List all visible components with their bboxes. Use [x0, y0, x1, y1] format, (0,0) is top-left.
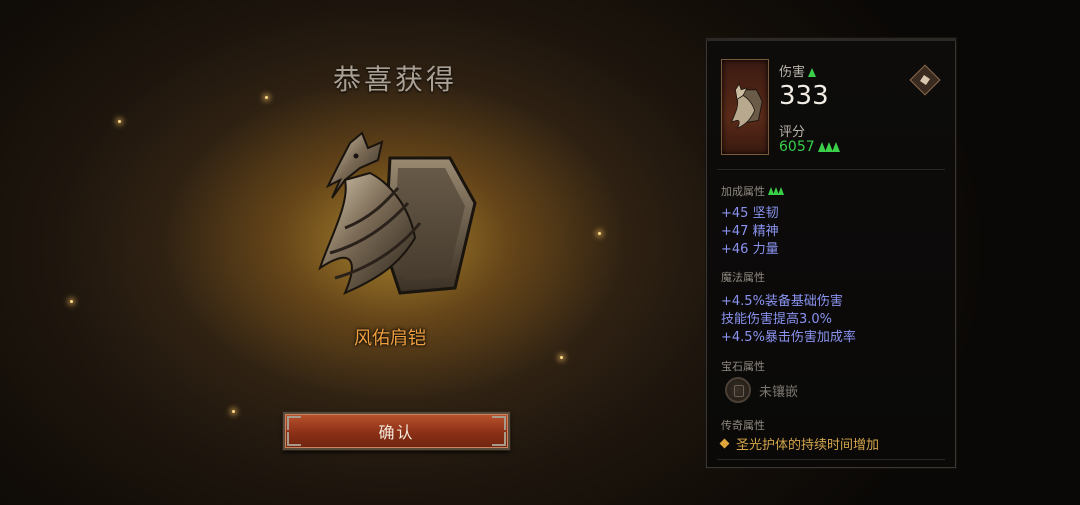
confirm-button[interactable]: 确认 [282, 411, 511, 451]
gem-section-title: 宝石属性 [721, 360, 765, 373]
legend-diamond-icon [719, 438, 730, 449]
button-corner [492, 432, 506, 446]
legend-stat-text: 圣光护体的持续时间增加 [736, 438, 880, 453]
item-tooltip-panel: 伤害 333 评分 6057 加成属性 +45 坚韧 +47 精神 +46 力量… [706, 38, 956, 468]
bonus-section-title: 加成属性 [721, 183, 784, 199]
bonus-section-text: 加成属性 [721, 185, 765, 198]
item-name: 风佑肩铠 [354, 328, 426, 349]
upgrade-arrow-icon [768, 187, 784, 195]
bonus-stat: +45 坚韧 [721, 206, 779, 221]
damage-label: 伤害 [779, 61, 817, 80]
magic-stat: 技能伤害提高3.0% [721, 312, 833, 327]
magic-section-title: 魔法属性 [721, 271, 765, 284]
sparkle [265, 96, 268, 99]
sparkle [560, 356, 563, 359]
sparkle [118, 120, 121, 123]
confirm-label: 确认 [378, 423, 415, 442]
shoulder-armor-icon [730, 83, 763, 129]
button-corner [287, 416, 301, 430]
score-value-text: 6057 [779, 139, 815, 155]
legend-stat: 圣光护体的持续时间增加 [719, 434, 880, 453]
divider [717, 169, 945, 170]
score-value: 6057 [779, 139, 840, 155]
sparkle [70, 300, 73, 303]
gem-socket-icon [725, 377, 751, 403]
compare-diamond-icon[interactable] [909, 64, 941, 96]
button-corner [287, 432, 301, 446]
damage-value: 333 [779, 81, 829, 111]
sparkle [232, 410, 235, 413]
sparkle [598, 232, 601, 235]
damage-label-text: 伤害 [779, 65, 806, 80]
upgrade-arrow-icon [817, 142, 840, 152]
upgrade-arrow-icon [808, 68, 817, 77]
item-icon-box [721, 59, 769, 155]
magic-stat: +4.5%装备基础伤害 [721, 294, 843, 309]
bonus-stat: +46 力量 [721, 242, 779, 257]
panel-frame [706, 38, 956, 41]
bonus-stat: +47 精神 [721, 224, 779, 239]
gem-value: 未镶嵌 [759, 385, 799, 400]
divider [717, 459, 945, 460]
magic-stat: +4.5%暴击伤害加成率 [721, 330, 856, 345]
legend-section-title: 传奇属性 [721, 419, 765, 432]
reward-screen: 恭喜获得 风佑肩铠 确认 伤害 333 评分 6057 加成属性 +45 坚韧 … [0, 0, 1080, 505]
reward-title: 恭喜获得 [332, 63, 457, 96]
button-corner [492, 416, 506, 430]
shoulder-armor-icon [318, 131, 477, 295]
score-label: 评分 [779, 125, 806, 140]
